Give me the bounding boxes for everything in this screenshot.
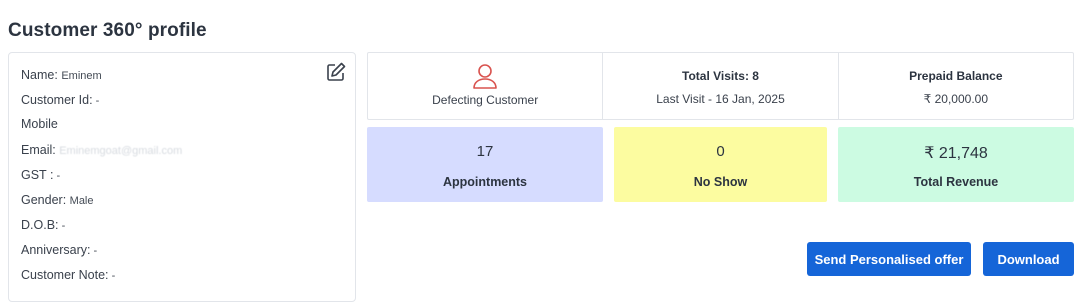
profile-name: Name: Eminem <box>21 68 102 82</box>
customer-note-value: - <box>108 270 116 282</box>
gender-label: Gender: <box>21 193 67 207</box>
name-value: Eminem <box>61 70 102 82</box>
email-value: Eminemgoat@gmail.com <box>59 145 183 157</box>
customer-id-value: - <box>92 95 100 107</box>
profile-dob: D.O.B: - <box>21 218 65 232</box>
customer-note-label: Customer Note: <box>21 268 109 282</box>
anniversary-value: - <box>90 245 98 257</box>
no-show-card: 0 No Show <box>614 127 827 202</box>
download-button[interactable]: Download <box>983 242 1074 276</box>
profile-anniversary: Anniversary: - <box>21 243 97 257</box>
page-title: Customer 360° profile <box>8 20 207 41</box>
profile-email: Email: Eminemgoat@gmail.com <box>21 143 182 157</box>
total-revenue-card: ₹ 21,748 Total Revenue <box>838 127 1074 202</box>
appointments-card: 17 Appointments <box>367 127 603 202</box>
customer-segment-cell: Defecting Customer <box>368 53 604 119</box>
dob-value: - <box>58 220 66 232</box>
customer-id-label: Customer Id: <box>21 93 93 107</box>
edit-icon[interactable] <box>325 61 347 83</box>
customer-profile-card: Name: Eminem Customer Id: - Mobile Email… <box>8 52 356 302</box>
profile-customer-id: Customer Id: - <box>21 93 99 107</box>
prepaid-cell: Prepaid Balance ₹ 20,000.00 <box>839 53 1073 119</box>
person-icon <box>472 62 498 90</box>
prepaid-balance-title: Prepaid Balance <box>909 69 1003 83</box>
visits-cell: Total Visits: 8 Last Visit - 16 Jan, 202… <box>603 53 839 119</box>
gst-label: GST : <box>21 168 54 182</box>
no-show-label: No Show <box>693 175 748 189</box>
gender-value: Male <box>69 195 94 207</box>
last-visit: Last Visit - 16 Jan, 2025 <box>656 92 785 106</box>
prepaid-balance-value: ₹ 20,000.00 <box>923 92 988 106</box>
dob-label: D.O.B: <box>21 218 59 232</box>
customer-segment-label: Defecting Customer <box>432 93 539 107</box>
profile-gst: GST : - <box>21 168 60 182</box>
total-revenue-value: ₹ 21,748 <box>924 145 988 162</box>
total-visits: Total Visits: 8 <box>682 69 759 83</box>
mobile-label: Mobile <box>21 117 58 131</box>
profile-mobile: Mobile <box>21 117 58 131</box>
appointments-count: 17 <box>476 143 494 160</box>
gst-value: - <box>53 170 61 182</box>
name-label: Name: <box>21 68 58 82</box>
appointments-label: Appointments <box>442 175 528 189</box>
anniversary-label: Anniversary: <box>21 243 91 257</box>
profile-customer-note: Customer Note: - <box>21 268 115 282</box>
customer-stats-panel: Defecting Customer Total Visits: 8 Last … <box>367 52 1074 120</box>
email-label: Email: <box>21 143 56 157</box>
total-revenue-label: Total Revenue <box>913 175 999 189</box>
profile-gender: Gender: Male <box>21 193 94 207</box>
send-personalised-offer-button[interactable]: Send Personalised offer <box>807 242 971 276</box>
no-show-count: 0 <box>716 143 725 160</box>
